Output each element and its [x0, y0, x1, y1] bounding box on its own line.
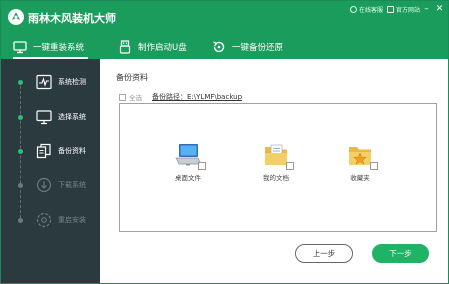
usb-icon — [118, 39, 132, 54]
step-label: 系统检测 — [58, 78, 86, 86]
previous-step-button[interactable]: 上一步 — [295, 244, 353, 263]
step-system-check: 系统检测 — [1, 72, 100, 92]
tab-label: 一键重装系统 — [33, 42, 85, 53]
main-nav: 一键重装系统 制作启动U盘 一键备份还原 — [1, 34, 448, 59]
tab-make-usb[interactable]: 制作启动U盘 — [118, 34, 187, 59]
download-icon — [36, 177, 52, 193]
main-panel: 备份资料 全选 备份路径：E:\YLMF\backup 桌面文件 我的文档 收藏… — [100, 59, 448, 283]
next-step-button[interactable]: 下一步 — [372, 244, 429, 263]
checkbox-box — [119, 93, 126, 101]
app-title: 雨林木风装机大师 — [28, 12, 116, 25]
computer-icon — [174, 142, 206, 170]
step-label: 选择系统 — [58, 113, 86, 121]
title-bar: 雨林木风装机大师 在线客服 官方网站 – ✕ — [1, 1, 448, 34]
monitor-icon — [13, 40, 27, 54]
step-label: 下载系统 — [58, 181, 86, 189]
favorites-folder-icon — [346, 142, 378, 170]
headset-icon — [350, 6, 357, 13]
step-select-system: 选择系统 — [1, 107, 100, 127]
file-checkbox[interactable] — [370, 162, 378, 170]
file-label: 桌面文件 — [175, 174, 201, 182]
file-item-desktop[interactable]: 桌面文件 — [158, 142, 218, 182]
documents-folder-icon — [262, 142, 294, 170]
tab-backup-restore[interactable]: 一键备份还原 — [212, 34, 283, 59]
select-all-checkbox[interactable]: 全选 — [119, 92, 142, 102]
file-item-favorites[interactable]: 收藏夹 — [330, 142, 390, 182]
pulse-monitor-icon — [36, 74, 52, 90]
file-checkbox[interactable] — [198, 162, 206, 170]
tab-label: 制作启动U盘 — [138, 42, 187, 53]
restore-icon — [212, 40, 226, 54]
file-selection-box: 桌面文件 我的文档 收藏夹 — [119, 103, 437, 232]
tab-label: 一键备份还原 — [232, 42, 284, 53]
app-window: 雨林木风装机大师 在线客服 官方网站 – ✕ 一键重装系统 制作启动U盘 一键备… — [0, 0, 449, 284]
desktop-icon — [36, 109, 52, 125]
step-indicator — [18, 80, 23, 85]
step-restart-install: 重启安装 — [1, 210, 100, 230]
close-button[interactable]: ✕ — [434, 4, 445, 14]
step-label: 备份资料 — [58, 147, 86, 155]
official-site-label: 官方网站 — [396, 7, 421, 14]
file-label: 我的文档 — [263, 174, 289, 182]
file-checkbox[interactable] — [286, 162, 294, 170]
official-site-link[interactable]: 官方网站 — [387, 5, 420, 14]
minimize-button[interactable]: – — [421, 4, 432, 14]
select-all-label: 全选 — [129, 94, 142, 102]
page-title: 备份资料 — [116, 73, 148, 82]
step-indicator — [18, 115, 23, 120]
step-indicator — [18, 183, 23, 188]
steps-sidebar: 系统检测 选择系统 备份资料 下载系统 重启安装 — [1, 59, 100, 283]
step-download-system: 下载系统 — [1, 175, 100, 195]
file-item-documents[interactable]: 我的文档 — [246, 142, 306, 182]
file-label: 收藏夹 — [350, 174, 370, 182]
step-indicator — [18, 149, 23, 154]
gear-restart-icon — [36, 212, 52, 228]
online-service-label: 在线客服 — [359, 7, 384, 14]
backup-path-link[interactable]: 备份路径：E:\YLMF\backup — [152, 92, 242, 102]
online-service-link[interactable]: 在线客服 — [350, 5, 383, 14]
tab-reinstall-system[interactable]: 一键重装系统 — [13, 34, 89, 59]
step-indicator — [18, 218, 23, 223]
home-icon — [387, 6, 394, 13]
step-backup-data: 备份资料 — [1, 141, 100, 161]
step-label: 重启安装 — [58, 216, 86, 224]
copy-files-icon — [36, 143, 52, 159]
app-logo-icon — [8, 9, 24, 25]
